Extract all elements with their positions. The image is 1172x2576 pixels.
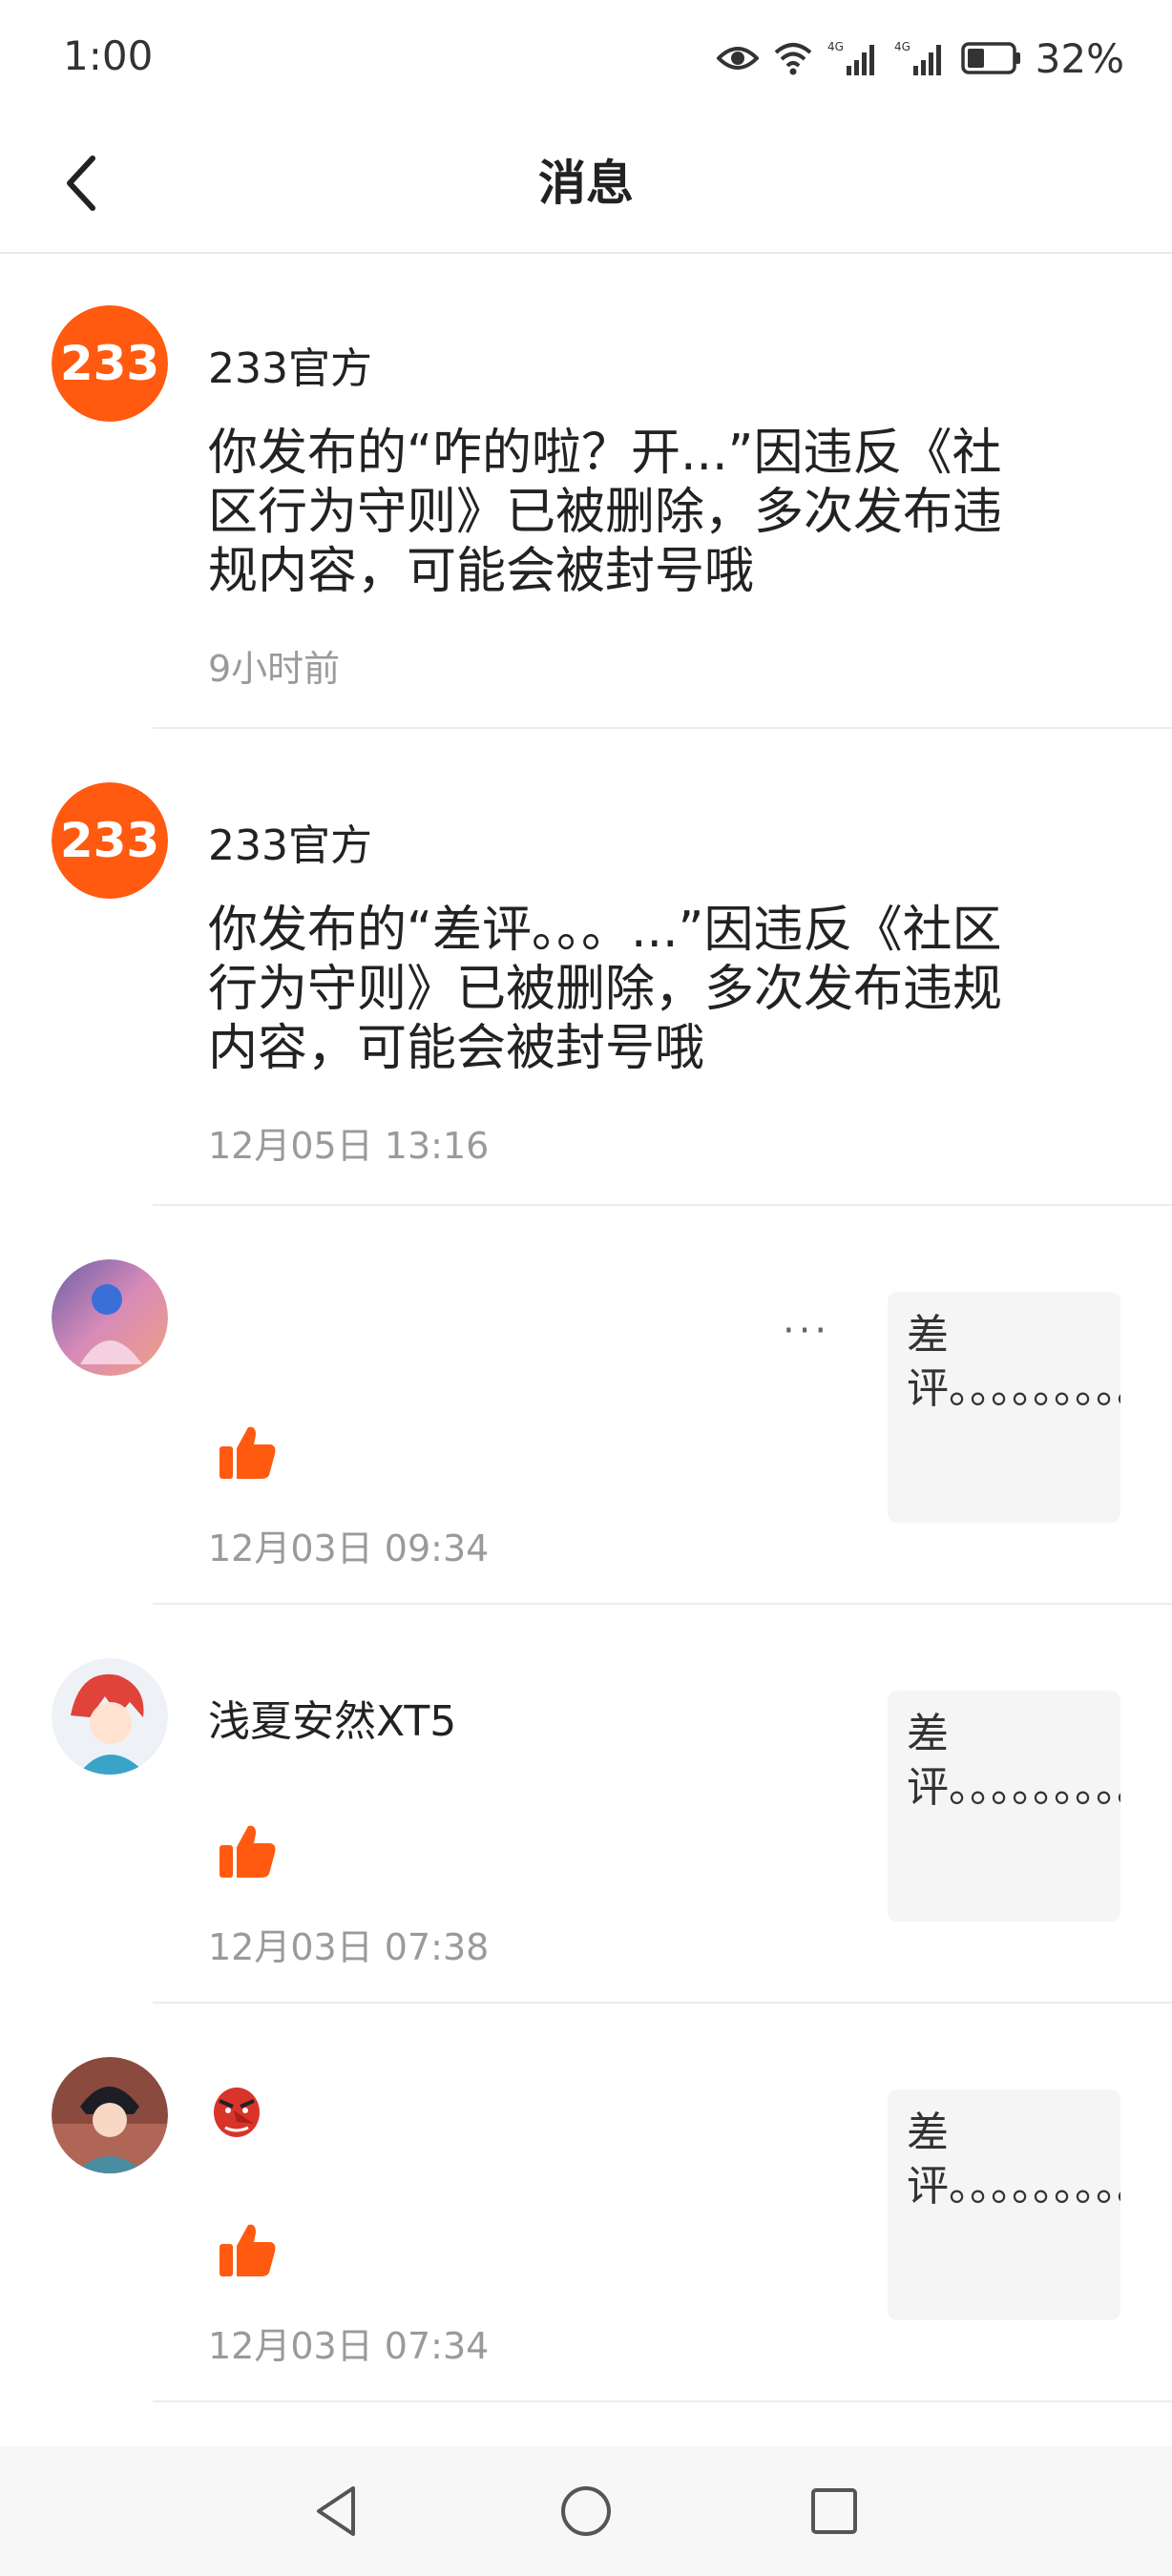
page-title: 消息 <box>538 156 634 211</box>
back-triangle-icon <box>317 2486 355 2536</box>
tengu-mask-icon <box>208 2082 265 2139</box>
avatar[interactable] <box>52 2057 168 2173</box>
signal-4g-icon: 4G <box>827 40 874 75</box>
sender-name[interactable]: 233官方 <box>208 811 372 872</box>
message-time: 12月03日 07:34 <box>208 2325 490 2367</box>
recents-square-icon <box>811 2488 857 2534</box>
message-time: 12月03日 09:34 <box>208 1527 490 1569</box>
sender-name[interactable]: 233官方 <box>208 334 372 395</box>
thumbs-up-icon <box>216 1422 279 1485</box>
status-icons: 4G 4G 32% <box>716 32 1124 84</box>
svg-text:4G: 4G <box>894 40 910 53</box>
back-button[interactable] <box>48 143 115 223</box>
nav-back-button[interactable] <box>296 2471 376 2551</box>
status-bar: 1:00 4G 4G 32% <box>0 0 1172 114</box>
quoted-post-preview[interactable]: 差评。。。。。。。。。… <box>888 1691 1120 1922</box>
top-app-bar: 消息 <box>0 114 1172 254</box>
sender-name[interactable]: 浅夏安然XT5 <box>208 1687 456 1748</box>
quoted-post-preview[interactable]: 差评。。。。。。。。。… <box>888 2089 1120 2320</box>
avatar[interactable] <box>52 1658 168 1775</box>
divider <box>153 2002 1172 2004</box>
thumbs-up-icon <box>216 1820 279 1883</box>
system-nav-bar <box>0 2446 1172 2576</box>
divider <box>153 1204 1172 1206</box>
battery-icon <box>960 42 1020 74</box>
avatar-text: 233 <box>60 336 159 391</box>
divider <box>153 2400 1172 2402</box>
wifi-icon <box>774 43 811 75</box>
signal-4g-icon: 4G <box>894 40 941 75</box>
message-time: 12月05日 13:16 <box>208 1125 490 1167</box>
message-time: 9小时前 <box>208 648 341 690</box>
thumbs-up-icon <box>216 2219 279 2282</box>
list-item[interactable]: 浅夏安然XT5 12月03日 07:38 差评。。。。。。。。。… <box>0 1607 1172 2005</box>
avatar[interactable]: 233 <box>52 305 168 422</box>
status-time: 1:00 <box>63 32 154 79</box>
battery-percent: 32% <box>1035 34 1124 82</box>
message-text: 你发布的“咋的啦？开...”因违反《社区行为守则》已被删除，多次发布违规内容，可… <box>208 425 1003 600</box>
list-item[interactable]: ··· 12月03日 09:34 差评。。。。。。。。。… <box>0 1208 1172 1607</box>
list-item[interactable]: 233 233官方 你发布的“咋的啦？开...”因违反《社区行为守则》已被删除，… <box>0 254 1172 731</box>
home-circle-icon <box>561 2486 611 2536</box>
list-item[interactable]: 12月03日 07:34 差评。。。。。。。。。… <box>0 2005 1172 2404</box>
divider <box>153 1603 1172 1605</box>
eye-icon <box>716 47 759 70</box>
list-item[interactable]: 233 233官方 你发布的“差评。。。...”因违反《社区行为守则》已被删除，… <box>0 731 1172 1208</box>
chevron-left-icon <box>67 156 95 211</box>
divider <box>153 727 1172 729</box>
nav-home-button[interactable] <box>546 2471 626 2551</box>
nav-recents-button[interactable] <box>794 2471 874 2551</box>
more-options-button[interactable]: ··· <box>783 1309 830 1353</box>
svg-text:4G: 4G <box>827 40 844 53</box>
avatar[interactable] <box>52 1259 168 1376</box>
avatar-text: 233 <box>60 813 159 868</box>
message-time: 12月03日 07:38 <box>208 1926 490 1968</box>
quoted-post-preview[interactable]: 差评。。。。。。。。。… <box>888 1292 1120 1523</box>
avatar[interactable]: 233 <box>52 782 168 899</box>
message-text: 你发布的“差评。。。...”因违反《社区行为守则》已被删除，多次发布违规内容，可… <box>208 902 1003 1077</box>
